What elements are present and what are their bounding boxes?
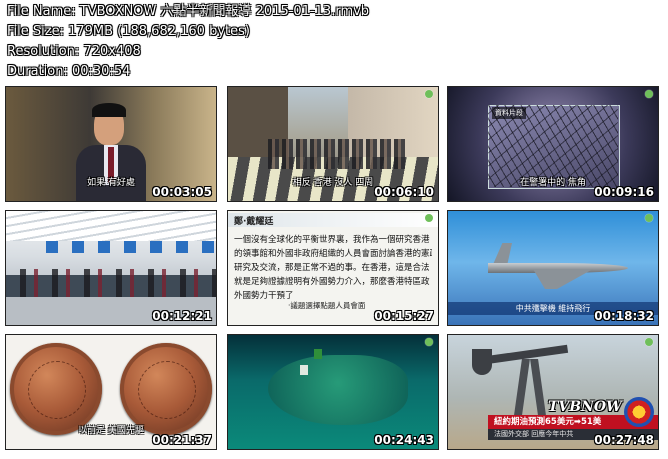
map-label: [314, 349, 323, 359]
thumbnail-9[interactable]: 紐約期油預測65美元➡51美 法國外交部 回應今年中共 TVBNOW 00:27…: [447, 334, 659, 450]
watermark-logo: TVBNOW: [548, 399, 622, 415]
thumbnail-8[interactable]: 00:24:43: [227, 334, 439, 450]
thumbnail-6[interactable]: 中共殲擊機 維持飛行 00:18:32: [447, 210, 659, 326]
channel-logo-icon: [645, 338, 653, 346]
thumbnail-7[interactable]: 以前是 美國先驅 00:21:37: [5, 334, 217, 450]
document-footer: ·議題選擇點題人員會面: [288, 301, 366, 310]
timestamp: 00:27:48: [594, 433, 654, 447]
timestamp: 00:18:32: [594, 309, 654, 323]
map-label: [300, 365, 309, 375]
document-title: 鄭·戴耀廷: [234, 217, 274, 227]
thumbnail-3[interactable]: 資料片段 在警署中的 焦角 00:09:16: [447, 86, 659, 202]
channel-logo-icon: [645, 214, 653, 222]
duration-text: Duration: 00:30:54: [7, 64, 131, 79]
archive-tag: 資料片段: [492, 107, 526, 119]
resolution-text: Resolution: 720x408: [7, 44, 141, 59]
timestamp: 00:06:10: [374, 185, 434, 199]
departure-screens: [46, 241, 216, 253]
file-size-text: File Size: 179MB (188,682,160 bytes): [7, 24, 250, 39]
timestamp: 00:03:05: [152, 185, 212, 199]
coin-reverse-icon: [120, 343, 212, 435]
crowd: [268, 139, 408, 169]
thumbnail-5[interactable]: 鄭·戴耀廷 一個沒有全球化的平衡世界裏，我作為一個研究香港 的領事館和外國非政府…: [227, 210, 439, 326]
timestamp: 00:09:16: [594, 185, 654, 199]
document-body: 一個沒有全球化的平衡世界裏，我作為一個研究香港 的領事館和外國非政府組織的人員會…: [234, 235, 432, 301]
channel-logo-icon: [425, 90, 433, 98]
fighter-jet-icon: [478, 241, 628, 291]
channel-logo-icon: [425, 338, 433, 346]
map-landmass: [268, 355, 408, 425]
channel-logo-icon: [425, 214, 433, 222]
channel-logo-icon: [645, 90, 653, 98]
thumbnail-4[interactable]: 00:12:21: [5, 210, 217, 326]
file-info-header: File Name: TVBOXNOW 六點半新聞報導 2015-01-13.r…: [7, 2, 369, 82]
timestamp: 00:12:21: [152, 309, 212, 323]
thumbnail-1[interactable]: 如果 有好處 00:03:05: [5, 86, 217, 202]
coin-obverse-icon: [10, 343, 102, 435]
timestamp: 00:24:43: [374, 433, 434, 447]
file-name-text: File Name: TVBOXNOW 六點半新聞報導 2015-01-13.r…: [7, 4, 370, 19]
thumbnail-2[interactable]: 相反 香港 沒人 四周 00:06:10: [227, 86, 439, 202]
timestamp: 00:21:37: [152, 433, 212, 447]
timestamp: 00:15:27: [374, 309, 434, 323]
watermark-badge-icon: [624, 397, 654, 427]
